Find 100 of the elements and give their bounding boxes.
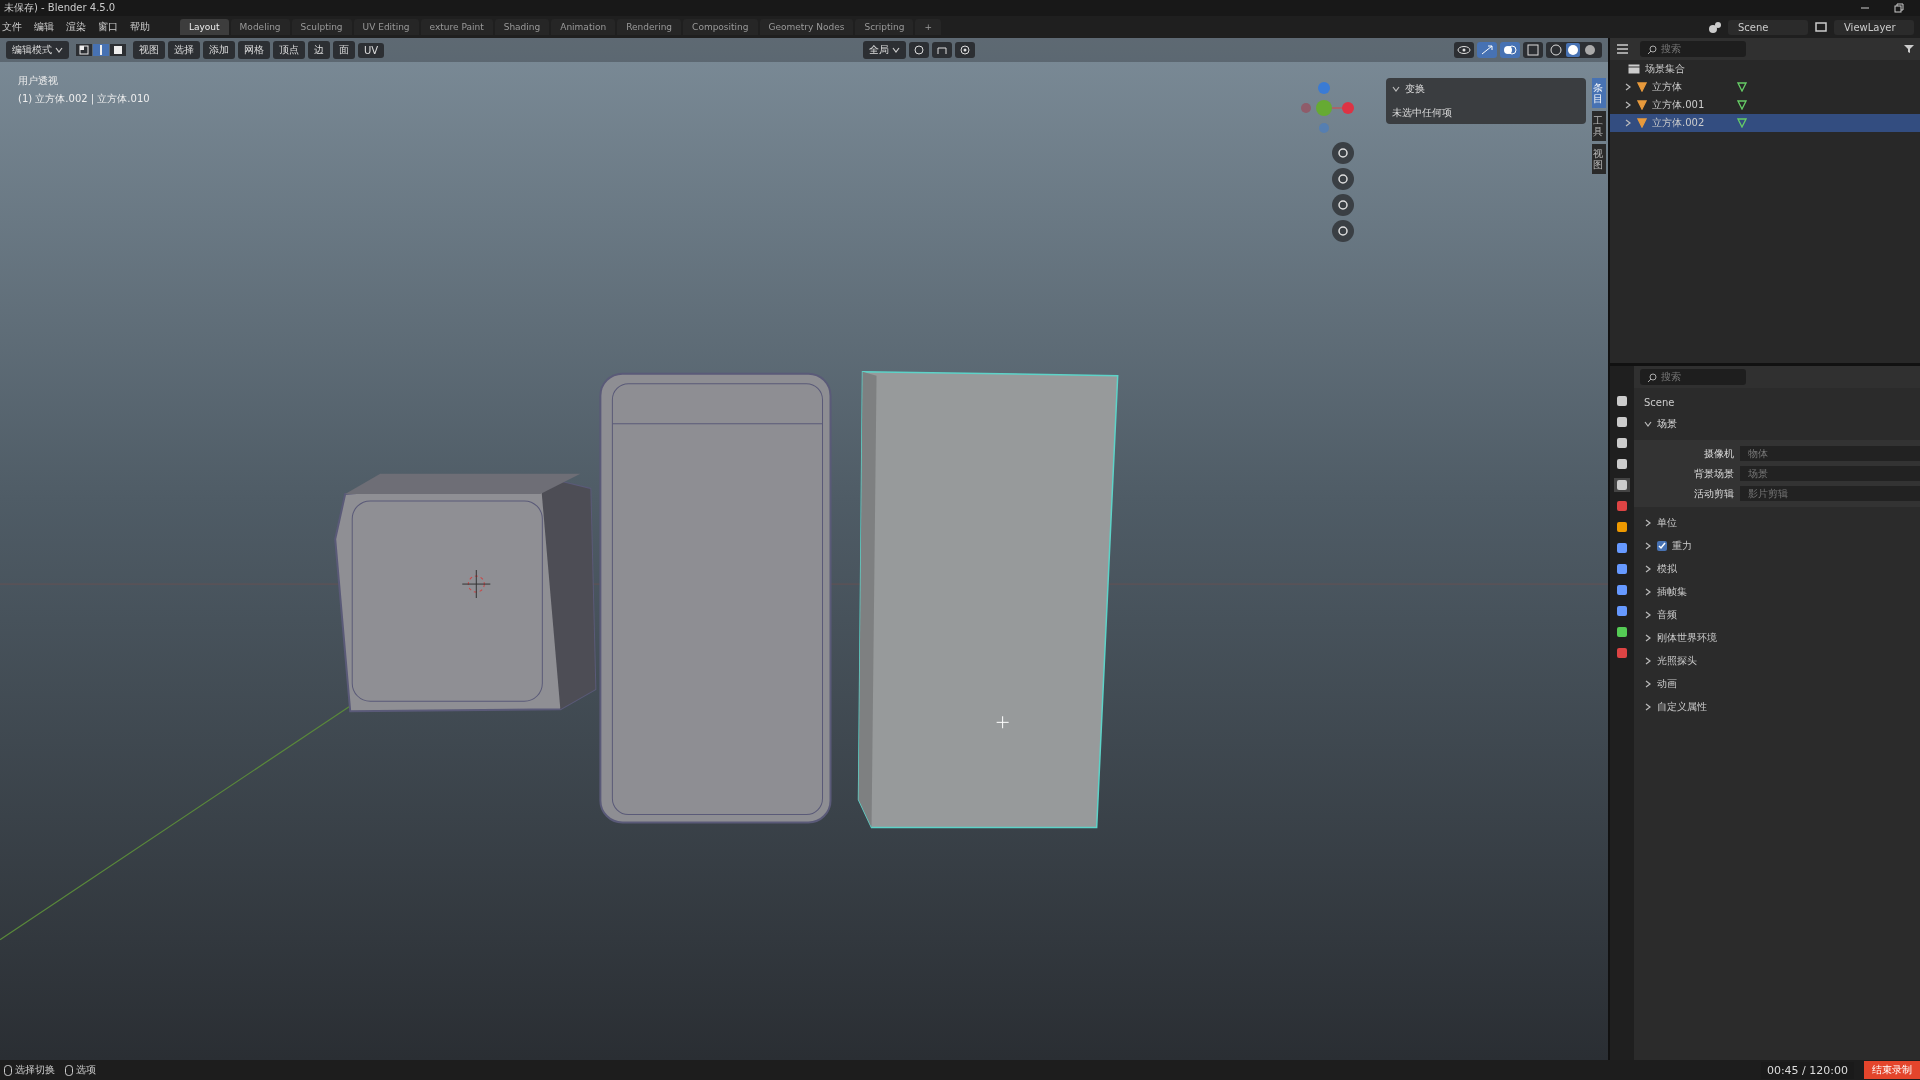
field-label: 背景场景 bbox=[1693, 466, 1734, 481]
view-layer-icon[interactable] bbox=[1814, 20, 1828, 34]
visibility-icon[interactable] bbox=[1454, 42, 1474, 58]
sidebar-tab[interactable]: 工具 bbox=[1592, 111, 1606, 141]
sidebar-tab[interactable]: 视图 bbox=[1592, 144, 1606, 174]
expand-icon[interactable] bbox=[1644, 634, 1652, 642]
menu-item[interactable]: 窗口 bbox=[98, 20, 118, 34]
checkbox[interactable] bbox=[1657, 541, 1667, 551]
vertex-select-icon[interactable] bbox=[76, 44, 92, 56]
expand-icon[interactable] bbox=[1624, 119, 1632, 127]
proportional-icon[interactable] bbox=[955, 42, 976, 58]
overlay-icon[interactable] bbox=[1500, 42, 1520, 58]
expand-icon[interactable] bbox=[1644, 680, 1652, 688]
caret-icon[interactable] bbox=[55, 47, 63, 53]
outliner-item[interactable]: 立方体 bbox=[1610, 78, 1920, 96]
edge-select-icon[interactable] bbox=[93, 44, 109, 56]
status-hint: 选择切换 bbox=[15, 1063, 55, 1077]
header-menu[interactable]: 选择 bbox=[168, 41, 200, 59]
view-name: 用户透视 bbox=[18, 74, 59, 88]
input-field[interactable]: 场景 bbox=[1740, 466, 1920, 481]
stop-recording-button[interactable]: 结束录制 bbox=[1864, 1061, 1920, 1079]
header-menu[interactable]: UV bbox=[358, 42, 385, 58]
menu-item[interactable]: 编辑 bbox=[34, 20, 54, 34]
header-menu[interactable]: 边 bbox=[308, 41, 330, 59]
outliner-item[interactable]: 立方体.001 bbox=[1610, 96, 1920, 114]
selection-info: (1) 立方体.002 | 立方体.010 bbox=[18, 92, 150, 106]
expand-icon[interactable] bbox=[1624, 101, 1632, 109]
expand-icon[interactable] bbox=[1644, 611, 1652, 619]
mode-dropdown[interactable]: 编辑模式 bbox=[6, 41, 69, 59]
panel-title[interactable]: 插帧集 bbox=[1657, 585, 1687, 599]
workspace-tab[interactable]: Scripting bbox=[855, 19, 914, 35]
mouse-icon bbox=[65, 1064, 73, 1076]
panel-title[interactable]: 模拟 bbox=[1657, 562, 1677, 576]
header-menu[interactable]: 面 bbox=[333, 41, 355, 59]
menu-item[interactable]: 帮助 bbox=[130, 20, 150, 34]
expand-icon[interactable] bbox=[1624, 83, 1632, 91]
panel-title[interactable]: 自定义属性 bbox=[1657, 700, 1707, 714]
header-menu[interactable]: 网格 bbox=[238, 41, 270, 59]
expand-icon[interactable] bbox=[1644, 565, 1652, 573]
panel-title[interactable]: 光照探头 bbox=[1657, 654, 1697, 668]
input-field[interactable]: 影片剪辑 bbox=[1740, 486, 1920, 501]
panel-title[interactable]: 单位 bbox=[1657, 516, 1677, 530]
properties-search-field[interactable]: 搜索 bbox=[1640, 369, 1746, 385]
expand-icon[interactable] bbox=[1644, 519, 1652, 527]
outliner-item[interactable]: 立方体.002 bbox=[1610, 114, 1920, 132]
section-title[interactable]: 场景 bbox=[1657, 417, 1677, 431]
snap-icon[interactable] bbox=[932, 42, 953, 58]
workspace-tab[interactable]: UV Editing bbox=[353, 19, 419, 35]
header-menu[interactable]: 顶点 bbox=[273, 41, 305, 59]
workspace-tab[interactable]: Layout bbox=[180, 19, 229, 35]
scene-field[interactable]: Scene bbox=[1728, 19, 1808, 35]
restore-icon[interactable] bbox=[1894, 3, 1904, 13]
add-workspace-button[interactable]: + bbox=[915, 19, 941, 35]
context-label: Scene bbox=[1643, 397, 1676, 408]
panel-title[interactable]: 音频 bbox=[1657, 608, 1677, 622]
mouse-icon bbox=[4, 1064, 12, 1076]
crosshair-icon bbox=[996, 715, 1010, 729]
header-menu[interactable]: 视图 bbox=[133, 41, 165, 59]
shading-icon[interactable] bbox=[1546, 42, 1602, 58]
panel-message: 未选中任何项 bbox=[1392, 106, 1452, 120]
panel-title[interactable]: 刚体世界环境 bbox=[1657, 631, 1717, 645]
expand-icon[interactable] bbox=[1644, 542, 1652, 550]
menu-item[interactable]: 文件 bbox=[2, 20, 22, 34]
header-menu[interactable]: 添加 bbox=[203, 41, 235, 59]
workspace-tab[interactable]: Compositing bbox=[683, 19, 758, 35]
search-icon bbox=[1648, 44, 1657, 54]
gizmo-icon[interactable] bbox=[1477, 42, 1497, 58]
workspace-tab[interactable]: Modeling bbox=[230, 19, 290, 35]
workspace-tab[interactable]: Shading bbox=[494, 19, 550, 35]
field-label: 活动剪辑 bbox=[1693, 486, 1734, 501]
window-title: 未保存) - Blender 4.5.0 bbox=[4, 1, 116, 15]
chevron-icon[interactable] bbox=[1392, 85, 1400, 93]
workspace-tab[interactable]: Rendering bbox=[617, 19, 682, 35]
panel-title[interactable]: 动画 bbox=[1657, 677, 1677, 691]
menu-item[interactable]: 渲染 bbox=[66, 20, 86, 34]
input-field[interactable]: 物体 bbox=[1740, 446, 1920, 461]
view-layer-field[interactable]: ViewLayer bbox=[1834, 19, 1914, 35]
search-field[interactable]: 搜索 bbox=[1640, 41, 1746, 57]
collection-name[interactable]: 场景集合 bbox=[1645, 62, 1685, 76]
panel-title[interactable]: 变换 bbox=[1405, 82, 1425, 96]
workspace-tab[interactable]: Geometry Nodes bbox=[759, 19, 854, 35]
panel-title[interactable]: 重力 bbox=[1672, 539, 1692, 553]
3d-cursor-icon bbox=[461, 569, 491, 599]
workspace-tab[interactable]: Animation bbox=[551, 19, 616, 35]
expand-icon[interactable] bbox=[1644, 588, 1652, 596]
sidebar-tab[interactable]: 条目 bbox=[1592, 78, 1606, 108]
caret-icon[interactable] bbox=[892, 47, 901, 53]
collection-icon bbox=[1628, 64, 1640, 74]
pivot-icon[interactable] bbox=[909, 42, 930, 58]
filter-icon[interactable] bbox=[1904, 44, 1914, 54]
workspace-tab[interactable]: exture Paint bbox=[420, 19, 493, 35]
face-select-icon[interactable] bbox=[110, 44, 126, 56]
search-icon bbox=[1648, 372, 1657, 382]
expand-icon[interactable] bbox=[1644, 703, 1652, 711]
xray-icon[interactable] bbox=[1523, 42, 1543, 58]
orientation-dropdown[interactable]: 全局 bbox=[863, 41, 907, 59]
scene-icon[interactable] bbox=[1708, 20, 1722, 34]
expand-icon[interactable] bbox=[1644, 657, 1652, 665]
chevron-icon[interactable] bbox=[1644, 420, 1652, 428]
workspace-tab[interactable]: Sculpting bbox=[291, 19, 352, 35]
